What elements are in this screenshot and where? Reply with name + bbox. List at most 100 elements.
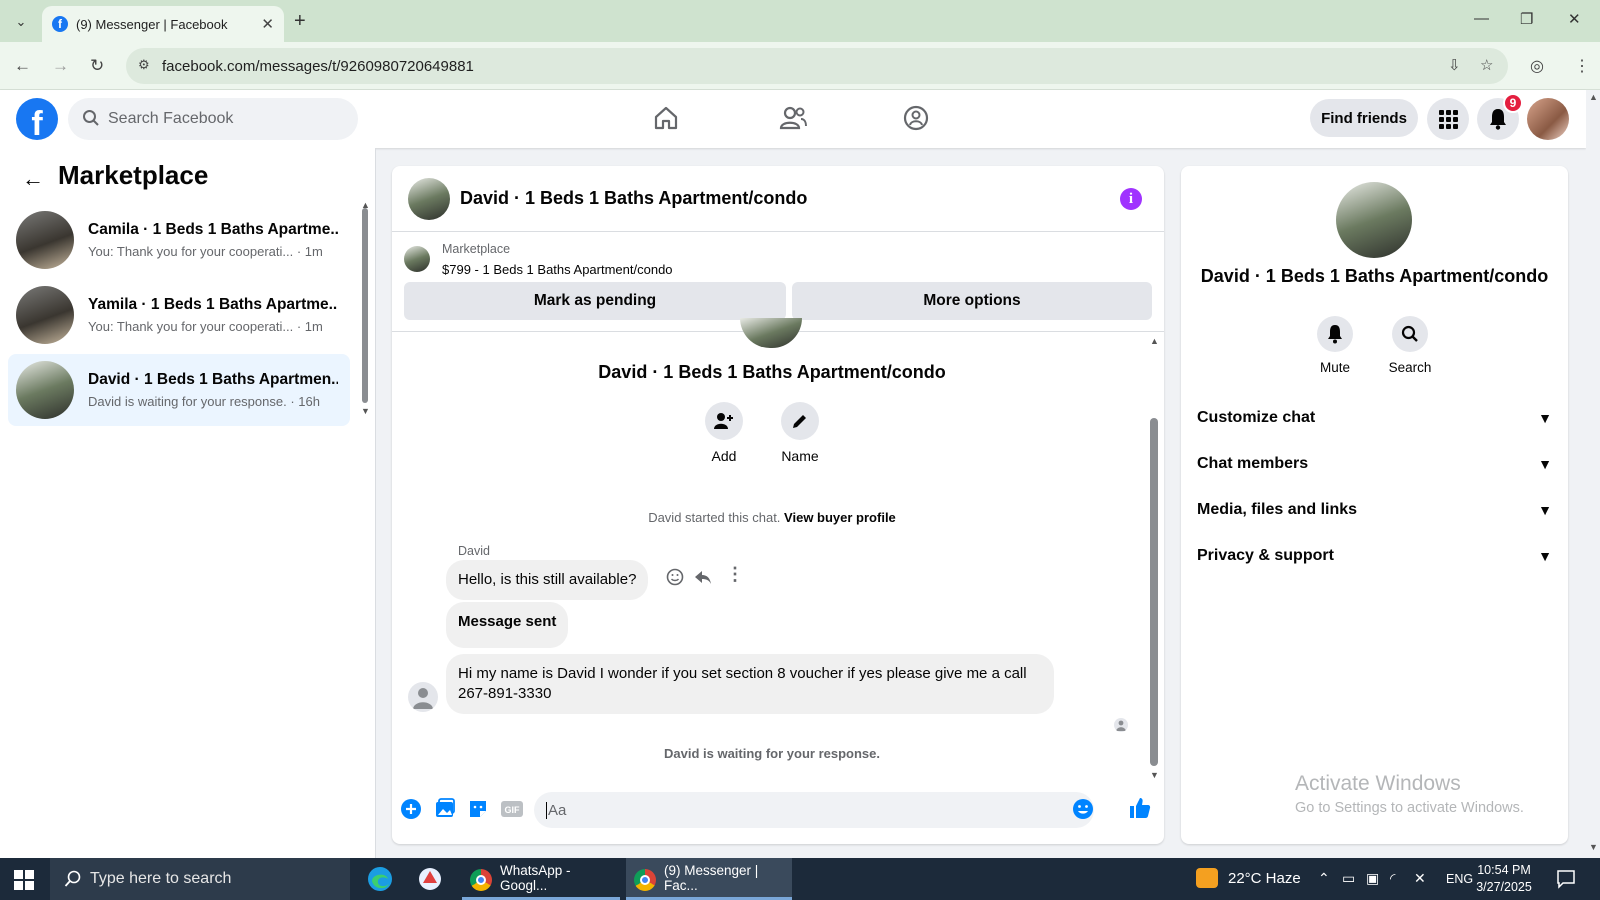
- mute-button[interactable]: Mute: [1300, 316, 1370, 375]
- close-window-icon[interactable]: ✕: [1568, 10, 1581, 28]
- windows-taskbar: Type here to search WhatsApp - Googl... …: [0, 858, 1600, 900]
- home-icon[interactable]: [652, 104, 680, 132]
- taskbar-clock[interactable]: 10:54 PM 3/27/2025: [1459, 862, 1549, 896]
- search-label: Search: [1388, 360, 1432, 375]
- waiting-notice: David is waiting for your response.: [664, 746, 880, 761]
- chevron-down-icon: ▼: [1538, 502, 1552, 518]
- battery-icon[interactable]: ▭: [1342, 870, 1355, 887]
- taskbar-app-whatsapp[interactable]: WhatsApp - Googl...: [462, 858, 620, 900]
- thread-scroll-down-icon[interactable]: ▼: [1150, 770, 1159, 780]
- marketplace-listing-bar: Marketplace $799 - 1 Beds 1 Baths Apartm…: [392, 232, 1164, 332]
- info-icon[interactable]: i: [1120, 188, 1142, 210]
- volume-muted-icon[interactable]: ✕: [1414, 870, 1426, 887]
- view-buyer-profile-link[interactable]: View buyer profile: [784, 510, 896, 525]
- add-button[interactable]: Add: [694, 402, 754, 464]
- url-field[interactable]: ⚙ facebook.com/messages/t/92609807206498…: [126, 48, 1508, 84]
- chat-members-section[interactable]: Chat members ▼: [1197, 444, 1552, 484]
- privacy-support-section[interactable]: Privacy & support ▼: [1197, 536, 1552, 576]
- account-avatar[interactable]: [1527, 98, 1569, 140]
- profile-icon[interactable]: ◎: [1530, 56, 1544, 76]
- edge-browser-icon[interactable]: [366, 865, 394, 893]
- pinned-app-icon[interactable]: [416, 865, 444, 893]
- page-scrollbar[interactable]: ▲ ▼: [1586, 90, 1600, 858]
- search-in-conversation-button[interactable]: Search: [1375, 316, 1445, 375]
- facebook-search-input[interactable]: Search Facebook: [68, 98, 358, 140]
- conversation-item-camila[interactable]: Camila · 1 Beds 1 Baths Apartme... You: …: [8, 204, 350, 276]
- restore-icon[interactable]: ❐: [1520, 10, 1533, 28]
- thread-avatar: [740, 318, 802, 348]
- message-input[interactable]: Aa: [534, 792, 1094, 828]
- facebook-header: f Search Facebook Find friends 9: [0, 90, 1586, 148]
- details-avatar[interactable]: [1336, 182, 1412, 258]
- groups-icon[interactable]: [902, 104, 930, 132]
- more-options-button[interactable]: More options: [792, 282, 1152, 320]
- device-icon[interactable]: ▣: [1366, 870, 1379, 887]
- weather-text[interactable]: 22°C Haze: [1228, 870, 1301, 887]
- back-icon[interactable]: ←: [14, 56, 31, 76]
- menu-dots-icon[interactable]: ⋮: [1574, 56, 1590, 76]
- site-info-icon[interactable]: ⚙: [138, 57, 150, 73]
- message-bubble[interactable]: Hi my name is David I wonder if you set …: [446, 654, 1054, 714]
- browser-tab[interactable]: f (9) Messenger | Facebook ✕: [42, 6, 284, 42]
- notification-center-icon[interactable]: [1556, 869, 1576, 889]
- install-icon[interactable]: ⇩: [1448, 56, 1461, 74]
- page-scroll-down-icon[interactable]: ▼: [1589, 842, 1598, 852]
- friends-icon[interactable]: [778, 104, 808, 132]
- conversation-snippet: David is waiting for your response. · 16…: [88, 394, 320, 409]
- tab-title: (9) Messenger | Facebook: [76, 16, 228, 32]
- scroll-down-arrow-icon[interactable]: ▼: [361, 406, 370, 416]
- sticker-icon[interactable]: [467, 798, 489, 820]
- gif-icon[interactable]: GIF: [500, 798, 524, 820]
- taskbar-search-box[interactable]: Type here to search: [50, 858, 350, 900]
- conversation-name: David · 1 Beds 1 Baths Apartmen...: [88, 371, 338, 388]
- media-files-links-section[interactable]: Media, files and links ▼: [1197, 490, 1552, 530]
- customize-chat-section[interactable]: Customize chat ▼: [1197, 398, 1552, 438]
- thread-scroll-up-icon[interactable]: ▲: [1150, 336, 1159, 346]
- sender-name: David: [458, 544, 490, 558]
- bookmark-star-icon[interactable]: ☆: [1480, 56, 1493, 74]
- section-label: Media, files and links: [1197, 501, 1358, 518]
- menu-grid-icon[interactable]: [1427, 98, 1469, 140]
- windows-start-icon[interactable]: [14, 870, 34, 890]
- more-dots-icon[interactable]: ⋮: [726, 564, 744, 585]
- close-tab-icon[interactable]: ✕: [261, 15, 274, 33]
- chevron-down-icon: ▼: [1538, 456, 1552, 472]
- tray-expand-icon[interactable]: ⌃: [1318, 870, 1330, 887]
- emoji-icon[interactable]: [1072, 798, 1094, 820]
- message-bubble[interactable]: Message sent: [446, 602, 569, 648]
- taskbar-app-messenger[interactable]: (9) Messenger | Fac...: [626, 858, 792, 900]
- mark-as-pending-button[interactable]: Mark as pending: [404, 282, 786, 320]
- reload-icon[interactable]: ↻: [90, 56, 104, 76]
- thumbs-up-icon[interactable]: [1128, 796, 1152, 820]
- page-scroll-up-icon[interactable]: ▲: [1589, 92, 1598, 102]
- find-friends-button[interactable]: Find friends: [1310, 99, 1418, 137]
- back-arrow-icon[interactable]: ←: [22, 166, 44, 192]
- new-tab-icon[interactable]: +: [294, 10, 306, 33]
- default-user-icon: [413, 688, 433, 709]
- react-smiley-icon[interactable]: [666, 568, 684, 586]
- reply-icon[interactable]: [694, 568, 712, 586]
- sender-avatar[interactable]: [408, 682, 438, 712]
- message-bubble[interactable]: Hello, is this still available?: [446, 560, 649, 600]
- thread-scrollbar[interactable]: [1150, 418, 1158, 766]
- chrome-icon: [470, 869, 492, 891]
- chevron-down-icon: ▼: [1538, 410, 1552, 426]
- wifi-icon[interactable]: ◜: [1390, 870, 1395, 887]
- conversation-item-david[interactable]: David · 1 Beds 1 Baths Apartmen... David…: [8, 354, 350, 426]
- conversation-name: Camila · 1 Beds 1 Baths Apartme...: [88, 221, 338, 238]
- minimize-icon[interactable]: —: [1474, 10, 1489, 27]
- name-button[interactable]: Name: [770, 402, 830, 464]
- plus-circle-icon[interactable]: [400, 798, 422, 820]
- forward-icon[interactable]: →: [52, 56, 69, 76]
- conversation-item-yamila[interactable]: Yamila · 1 Beds 1 Baths Apartme... You: …: [8, 279, 350, 351]
- facebook-favicon-icon: f: [52, 16, 68, 32]
- activate-windows-title: Activate Windows: [1295, 772, 1461, 795]
- listing-price-title[interactable]: $799 - 1 Beds 1 Baths Apartment/condo: [442, 262, 673, 277]
- chat-avatar[interactable]: [408, 177, 450, 220]
- tab-search-chevron-icon[interactable]: ⌄: [8, 9, 34, 35]
- photo-icon[interactable]: [434, 798, 456, 820]
- listing-thumbnail[interactable]: [404, 246, 430, 272]
- chat-title[interactable]: David · 1 Beds 1 Baths Apartment/condo: [460, 188, 807, 209]
- facebook-logo[interactable]: f: [16, 98, 58, 140]
- sidebar-scrollbar[interactable]: [362, 208, 368, 403]
